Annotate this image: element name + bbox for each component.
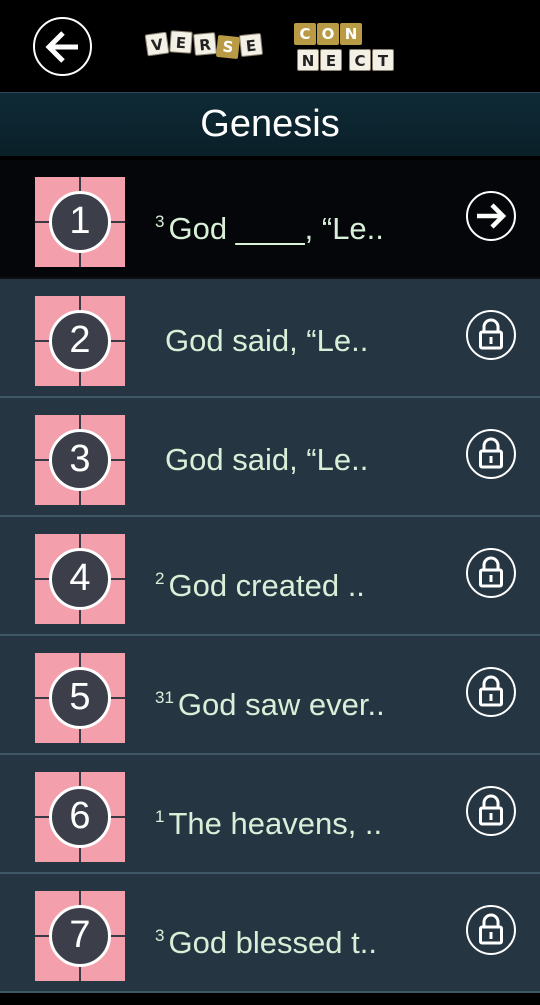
grid-tick [79,967,81,981]
level-number: 7 [49,905,111,967]
level-number: 1 [49,191,111,253]
book-title-bar: Genesis [0,92,540,156]
verse-text: God saw ever.. [177,687,385,722]
locked-button [466,429,516,479]
verse-preview: 3 God ____, “Le.. [155,160,384,277]
top-bar: V E R S E C O N N E C T [0,0,540,92]
level-row[interactable]: 1 3 God ____, “Le.. [0,160,540,279]
logo-tile: E [320,49,342,71]
verse-text: God ____, “Le.. [168,211,384,246]
level-row[interactable]: 6 1 The heavens, .. [0,755,540,874]
logo-tile: E [238,32,264,58]
grid-tick [79,653,81,667]
level-thumbnail: 5 [35,653,125,743]
grid-tick [35,459,49,461]
logo-tile: T [372,49,394,71]
verse-preview: God said, “Le.. [165,398,368,515]
logo-tile: N [340,23,362,45]
grid-tick [35,697,49,699]
locked-button [466,667,516,717]
grid-tick [79,372,81,386]
level-number: 4 [49,548,111,610]
level-number: 3 [49,429,111,491]
grid-tick [79,177,81,191]
verse-number: 2 [155,569,165,588]
grid-tick [35,935,49,937]
grid-tick [79,848,81,862]
logo-tile: C [349,49,371,71]
level-number: 6 [49,786,111,848]
verse-text: God said, “Le.. [165,323,369,358]
grid-tick [79,610,81,624]
level-row[interactable]: 7 3 God blessed t.. [0,874,540,993]
arrow-left-icon [45,31,78,63]
grid-tick [35,578,49,580]
grid-tick [79,415,81,429]
grid-tick [111,340,125,342]
grid-tick [35,340,49,342]
verse-text: God said, “Le.. [165,442,369,477]
logo-tile: E [169,30,193,54]
logo-tile: R [193,32,217,56]
grid-tick [111,221,125,223]
grid-tick [111,935,125,937]
level-row[interactable]: 3 God said, “Le.. [0,398,540,517]
verse-preview: 3 God blessed t.. [155,874,377,991]
grid-tick [79,296,81,310]
grid-tick [79,491,81,505]
grid-tick [111,816,125,818]
verse-number: 31 [155,688,174,707]
app-logo: V E R S E C O N N E C T [144,22,396,74]
verse-number: 3 [155,926,165,945]
locked-button [466,786,516,836]
grid-tick [79,891,81,905]
level-row[interactable]: 4 2 God created .. [0,517,540,636]
grid-tick [111,697,125,699]
verse-preview: 31 God saw ever.. [155,636,385,753]
grid-tick [79,729,81,743]
grid-tick [79,534,81,548]
play-button[interactable] [466,191,516,241]
verse-text: God blessed t.. [168,925,377,960]
level-thumbnail: 1 [35,177,125,267]
level-thumbnail: 6 [35,772,125,862]
level-thumbnail: 3 [35,415,125,505]
page-title: Genesis [200,103,340,145]
grid-tick [35,221,49,223]
verse-text: The heavens, .. [168,806,383,841]
logo-tile: V [144,31,170,57]
grid-tick [79,772,81,786]
locked-button [466,548,516,598]
level-number: 5 [49,667,111,729]
level-thumbnail: 2 [35,296,125,386]
verse-preview: God said, “Le.. [165,279,368,396]
verse-preview: 2 God created .. [155,517,365,634]
level-row[interactable]: 2 God said, “Le.. [0,279,540,398]
level-row[interactable]: 5 31 God saw ever.. [0,636,540,755]
grid-tick [79,253,81,267]
locked-button [466,310,516,360]
grid-tick [111,578,125,580]
logo-tile: S [215,34,241,60]
grid-tick [35,816,49,818]
level-thumbnail: 4 [35,534,125,624]
logo-tile: O [317,23,339,45]
grid-tick [111,459,125,461]
back-button[interactable] [33,17,92,76]
level-thumbnail: 7 [35,891,125,981]
logo-tile: N [297,49,319,71]
level-number: 2 [49,310,111,372]
verse-text: God created .. [168,568,365,603]
verse-number: 1 [155,807,165,826]
verse-preview: 1 The heavens, .. [155,755,382,872]
logo-tile: C [294,23,316,45]
locked-button [466,905,516,955]
level-list: 1 3 God ____, “Le.. 2 God said, “Le.. 3 God sa… [0,160,540,993]
verse-number: 3 [155,212,165,231]
